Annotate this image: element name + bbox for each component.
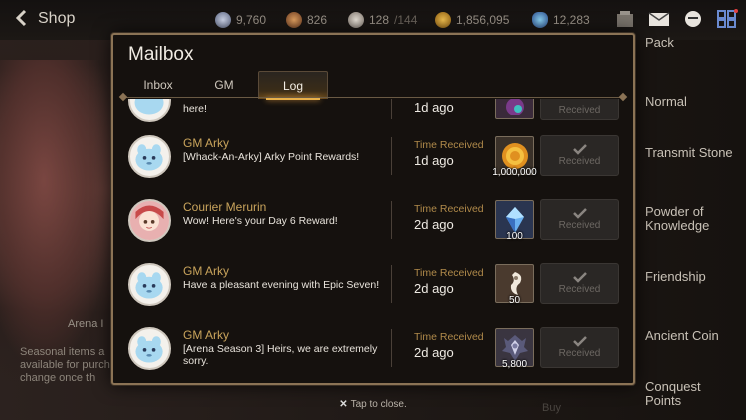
mail-row: GM Arky [Arena Season 3] Heirs, we are e… (115, 317, 633, 381)
tab-gm[interactable]: GM (197, 71, 251, 99)
mail-row: GM Arky Have a pleasant evening with Epi… (115, 253, 633, 317)
avatar (128, 99, 171, 122)
time-received-label: Time Received (414, 267, 484, 279)
received-label: Received (558, 348, 601, 359)
reward-slot (495, 99, 534, 119)
resource-value: 826 (307, 13, 328, 27)
mailbox-modal: Mailbox Inbox GM Log here! 1d ago Receiv… (111, 33, 635, 385)
energy-icon (348, 12, 364, 28)
menu-grid-icon[interactable] (716, 9, 738, 29)
modal-title: Mailbox (128, 44, 194, 65)
mail-sender: GM Arky (183, 264, 230, 278)
resource-value: 1,856,095 (456, 13, 510, 27)
gold-coin-icon (501, 142, 528, 169)
resource-value: 128 (369, 13, 390, 27)
row-divider (391, 329, 392, 367)
received-button: Received (540, 135, 619, 176)
category-ancient-coin[interactable]: Ancient Coin (645, 329, 735, 343)
time-received-label: Time Received (414, 203, 484, 215)
mail-icon[interactable] (648, 9, 670, 29)
resource-gold[interactable]: 1,856,095 (435, 12, 509, 28)
row-divider (391, 137, 392, 175)
row-divider (391, 99, 392, 119)
background-character (0, 60, 110, 360)
reward-quantity: 5,800 (501, 359, 528, 370)
resource-value: 9,760 (236, 13, 267, 27)
mail-subject: here! (183, 103, 207, 115)
checkmark-icon (572, 336, 587, 347)
mail-subject: [Whack-An-Arky] Arky Point Rewards! (183, 151, 360, 163)
checkmark-icon (572, 272, 587, 283)
reward-quantity: 1,000,000 (492, 167, 537, 178)
stigma-icon (510, 271, 521, 295)
checkmark-icon (572, 144, 587, 155)
reward-quantity: 100 (506, 231, 523, 242)
category-pack[interactable]: Pack (645, 36, 735, 50)
time-received-value: 2d ago (414, 217, 454, 232)
time-received-label: Time Received (414, 331, 484, 343)
arena-flag-icon (501, 334, 528, 361)
time-received-value: 2d ago (414, 281, 454, 296)
mail-sender: GM Arky (183, 136, 230, 150)
seasonal-items-text: Seasonal items a available for purcha ch… (20, 346, 117, 384)
tap-to-close-hint[interactable]: ✕ Tap to close. (0, 399, 746, 410)
skystone-icon (215, 12, 231, 28)
category-transmit-stone[interactable]: Transmit Stone (645, 146, 735, 160)
chat-icon[interactable] (682, 9, 704, 29)
received-button: Received (540, 99, 619, 120)
mailbox-tabs: Inbox GM Log (113, 71, 633, 100)
received-button: Received (540, 327, 619, 368)
time-received-value: 1d ago (414, 153, 454, 168)
resource-crystal[interactable]: 12,283 (532, 12, 590, 28)
mail-sender: Courier Merurin (183, 200, 267, 214)
resource-value: 12,283 (553, 13, 590, 27)
crystal-icon (532, 12, 548, 28)
row-divider (391, 201, 392, 239)
row-divider (391, 265, 392, 303)
guild-icon[interactable] (614, 9, 636, 29)
tab-log[interactable]: Log (258, 71, 328, 100)
category-powder-of-knowledge[interactable]: Powder of Knowledge (645, 205, 735, 233)
resource-stigma[interactable]: 826 (286, 12, 327, 28)
avatar-arky (128, 263, 171, 306)
arena-label: Arena I (68, 318, 104, 330)
resource-energy[interactable]: 128/144 (348, 12, 417, 28)
close-hint-text: Tap to close. (350, 399, 407, 410)
top-icons (614, 9, 738, 29)
received-label: Received (558, 284, 601, 295)
received-button: Received (540, 263, 619, 304)
time-received-label: Time Received (414, 139, 484, 151)
stigma-icon (286, 12, 302, 28)
avatar-merurin (128, 199, 171, 242)
mail-subject: [Arena Season 3] Heirs, we are extremely… (183, 343, 378, 367)
category-friendship[interactable]: Friendship (645, 270, 735, 284)
mail-sender: GM Arky (183, 328, 230, 342)
tab-divider (123, 97, 623, 98)
reward-quantity: 50 (508, 295, 521, 306)
back-arrow-icon[interactable] (12, 8, 32, 28)
received-label: Received (558, 156, 601, 167)
mail-subject: Have a pleasant evening with Epic Seven! (183, 279, 380, 291)
tab-inbox[interactable]: Inbox (128, 71, 188, 99)
time-received-value: 2d ago (414, 345, 454, 360)
crystal-icon (505, 206, 524, 233)
mail-subject: Wow! Here's your Day 6 Reward! (183, 215, 338, 227)
gold-icon (435, 12, 451, 28)
received-button: Received (540, 199, 619, 240)
avatar-arky (128, 135, 171, 178)
mail-row: GM Arky [Whack-An-Arky] Arky Point Rewar… (115, 125, 633, 189)
avatar-arky (128, 327, 171, 370)
page-title: Shop (38, 10, 76, 27)
received-label: Received (558, 220, 601, 231)
close-icon: ✕ (339, 399, 348, 410)
checkmark-icon (572, 208, 587, 219)
category-normal[interactable]: Normal (645, 95, 735, 109)
mail-row: Courier Merurin Wow! Here's your Day 6 R… (115, 189, 633, 253)
resource-skystone[interactable]: 9,760 (215, 12, 266, 28)
resource-max: /144 (394, 13, 418, 27)
mail-log-list[interactable]: here! 1d ago Received GM Arky [Whack-An-… (115, 99, 633, 383)
time-received-value: 1d ago (414, 100, 454, 115)
received-label: Received (558, 105, 601, 116)
